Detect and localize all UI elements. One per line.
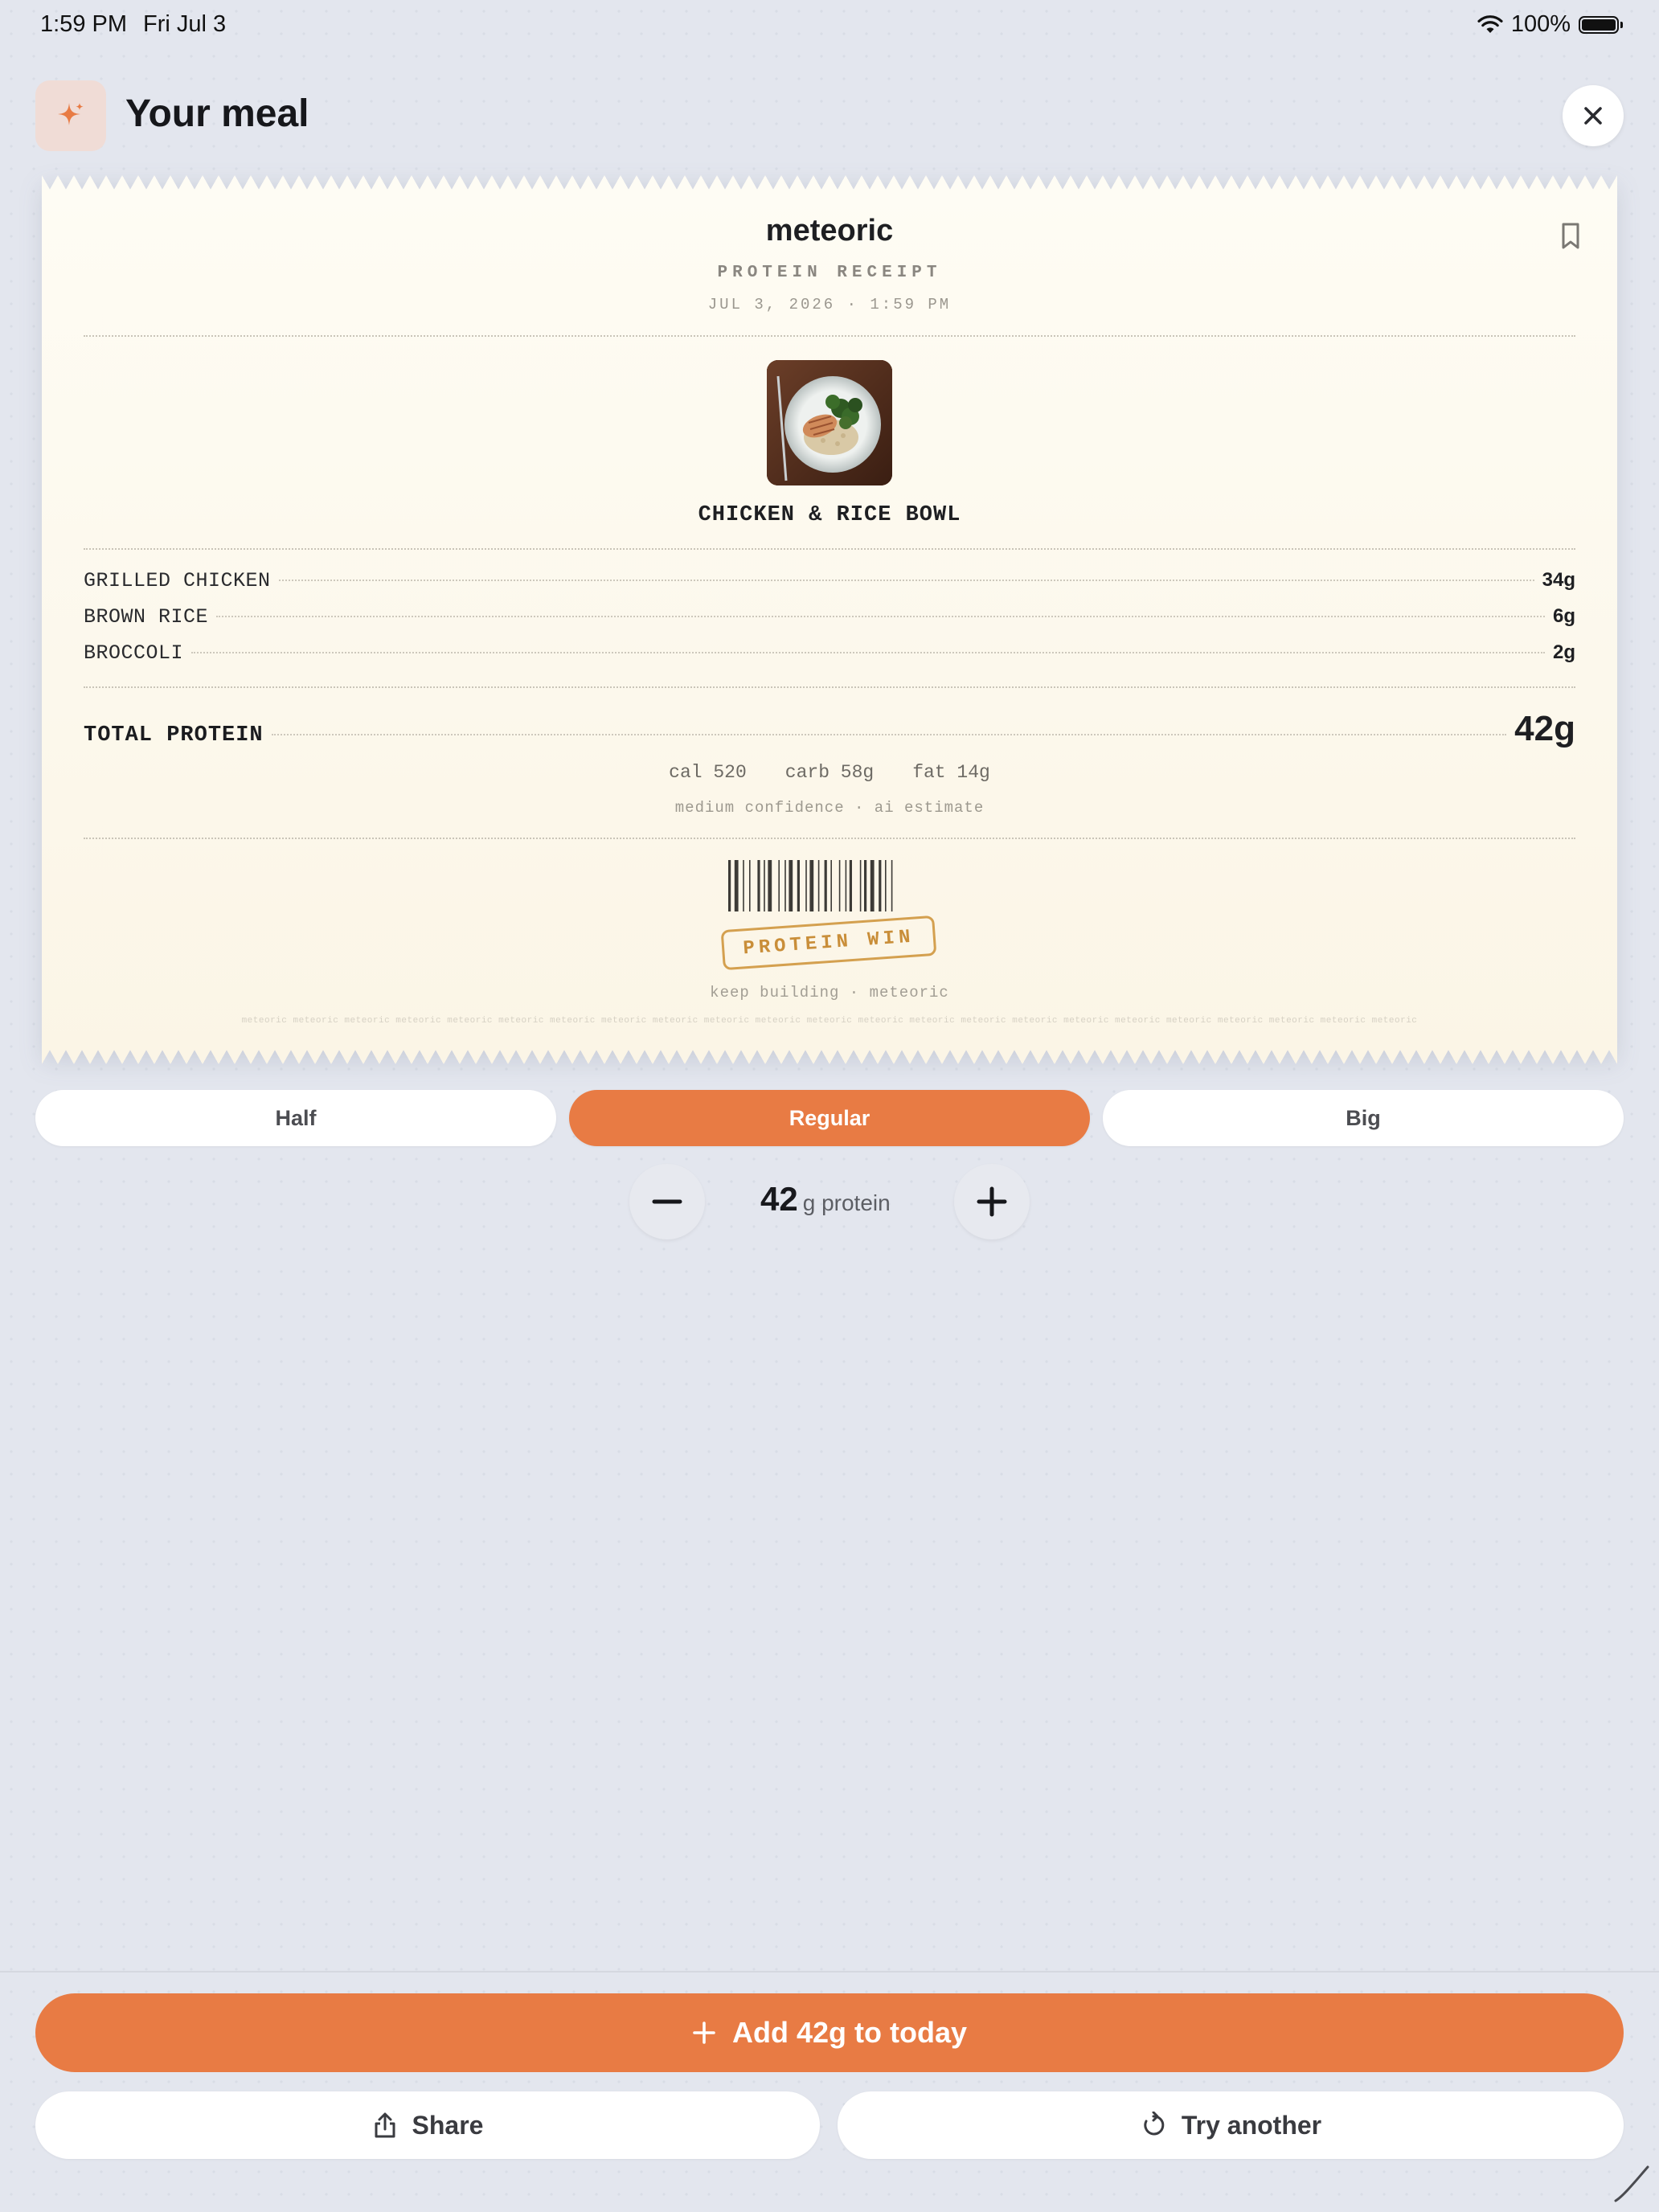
receipt-item: BROWN RICE 6g bbox=[84, 605, 1575, 629]
receipt-subtitle: PROTEIN RECEIPT bbox=[717, 264, 942, 282]
item-name: BROCCOLI bbox=[84, 641, 184, 665]
pencil-indicator-icon bbox=[1614, 2165, 1649, 2202]
total-protein-label: TOTAL PROTEIN bbox=[84, 723, 264, 748]
macro-fat: fat 14g bbox=[912, 762, 990, 783]
wifi-icon bbox=[1477, 14, 1503, 33]
try-another-button[interactable]: Try another bbox=[838, 2091, 1624, 2159]
confidence-note: medium confidence · ai estimate bbox=[674, 799, 985, 817]
macro-carb: carb 58g bbox=[784, 762, 875, 783]
protein-stepper-value: 42 g protein bbox=[760, 1180, 891, 1219]
status-time: 1:59 PM bbox=[40, 11, 127, 37]
portion-big-button[interactable]: Big bbox=[1103, 1090, 1624, 1146]
plus-icon bbox=[977, 1186, 1007, 1217]
divider bbox=[84, 838, 1575, 839]
receipt-card: meteoric PROTEIN RECEIPT JUL 3, 2026 · 1… bbox=[42, 175, 1617, 1064]
item-name: GRILLED CHICKEN bbox=[84, 569, 271, 592]
divider bbox=[84, 335, 1575, 337]
battery-percent: 100% bbox=[1510, 11, 1571, 37]
item-name: BROWN RICE bbox=[84, 605, 209, 629]
plus-icon bbox=[693, 2022, 715, 2044]
share-label: Share bbox=[412, 2110, 484, 2140]
retry-icon bbox=[1144, 2112, 1165, 2136]
receipt-date: JUL 3, 2026 · 1:59 PM bbox=[707, 296, 952, 313]
protein-amount: 42 bbox=[760, 1180, 798, 1218]
status-date: Fri Jul 3 bbox=[143, 11, 227, 37]
bottom-divider bbox=[0, 1971, 1659, 1972]
item-protein: 2g bbox=[1552, 641, 1575, 663]
receipt-brand: meteoric bbox=[765, 214, 894, 248]
portion-regular-button[interactable]: Regular bbox=[569, 1090, 1090, 1146]
total-protein-value: 42g bbox=[1514, 709, 1575, 748]
item-protein: 6g bbox=[1552, 605, 1575, 627]
protein-unit: g protein bbox=[802, 1190, 891, 1215]
bookmark-icon[interactable] bbox=[1559, 222, 1582, 255]
item-protein: 34g bbox=[1542, 569, 1575, 591]
add-to-today-label: Add 42g to today bbox=[731, 2016, 967, 2049]
barcode bbox=[728, 860, 893, 911]
share-button[interactable]: Share bbox=[35, 2091, 820, 2159]
receipt-paper: meteoric PROTEIN RECEIPT JUL 3, 2026 · 1… bbox=[42, 175, 1617, 1064]
status-bar-right: 100% bbox=[1477, 11, 1623, 38]
receipt-watermark: meteoric meteoric meteoric meteoric mete… bbox=[241, 1016, 1418, 1026]
divider bbox=[84, 686, 1575, 688]
status-bar-left: 1:59 PM Fri Jul 3 bbox=[40, 11, 242, 38]
meal-name: CHICKEN & RICE BOWL bbox=[698, 503, 961, 527]
receipt-item: BROCCOLI 2g bbox=[84, 641, 1575, 665]
protein-win-stamp: PROTEIN WIN bbox=[720, 915, 937, 971]
total-protein-row: TOTAL PROTEIN 42g bbox=[84, 709, 1575, 749]
minus-icon bbox=[652, 1199, 682, 1204]
add-to-today-button[interactable]: Add 42g to today bbox=[35, 1993, 1624, 2072]
try-another-label: Try another bbox=[1181, 2110, 1322, 2140]
receipt-footer: keep building · meteoric bbox=[710, 984, 949, 1002]
meal-photo bbox=[767, 360, 892, 485]
divider bbox=[84, 548, 1575, 550]
sparkle-icon bbox=[35, 80, 106, 151]
decrease-protein-button[interactable] bbox=[629, 1164, 705, 1239]
battery-icon bbox=[1579, 15, 1623, 34]
close-button[interactable] bbox=[1563, 85, 1624, 146]
macros-line: cal 520 carb 58g fat 14g bbox=[42, 762, 1617, 783]
increase-protein-button[interactable] bbox=[954, 1164, 1030, 1239]
macro-cal: cal 520 bbox=[669, 762, 747, 783]
portion-half-button[interactable]: Half bbox=[35, 1090, 556, 1146]
share-icon bbox=[375, 2112, 395, 2138]
close-icon bbox=[1584, 107, 1602, 125]
page-title: Your meal bbox=[125, 92, 309, 135]
receipt-item: GRILLED CHICKEN 34g bbox=[84, 569, 1575, 592]
